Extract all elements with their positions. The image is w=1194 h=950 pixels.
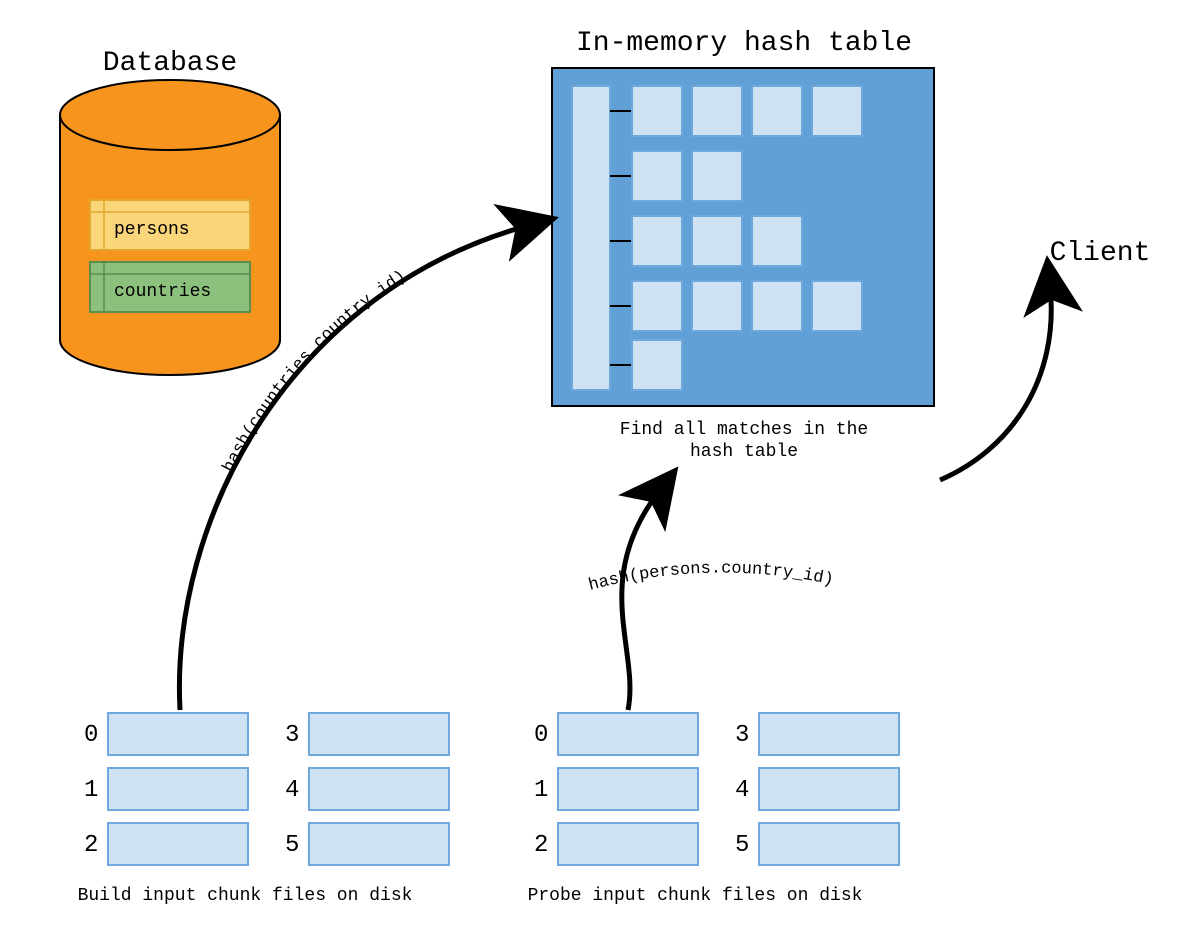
find-matches-line2: hash table (690, 442, 798, 462)
arrow-to-client (940, 285, 1051, 480)
chunk-label: 5 (285, 832, 299, 859)
chunk-label: 2 (84, 832, 98, 859)
probe-caption: Probe input chunk files on disk (528, 886, 863, 906)
chunk-label: 4 (735, 777, 749, 804)
chunk-label: 3 (735, 722, 749, 749)
arrow-probe-to-hash (622, 490, 660, 710)
chunk-label: 4 (285, 777, 299, 804)
hashtable-title: In-memory hash table (576, 28, 912, 59)
chunk-label: 0 (84, 722, 98, 749)
countries-table: countries (90, 262, 250, 312)
chunk-label: 1 (84, 777, 98, 804)
hashtable-panel (552, 68, 934, 406)
probe-chunks: 0 1 2 3 4 5 (534, 713, 899, 865)
chunk-label: 1 (534, 777, 548, 804)
database-title: Database (103, 48, 237, 79)
persons-table: persons (90, 200, 250, 250)
countries-label: countries (114, 282, 211, 302)
chunk-label: 0 (534, 722, 548, 749)
build-caption: Build input chunk files on disk (78, 886, 413, 906)
client-label: Client (1050, 238, 1151, 269)
build-chunks: 0 1 2 3 4 5 (84, 713, 449, 865)
find-matches-line1: Find all matches in the (620, 420, 868, 440)
chunk-label: 3 (285, 722, 299, 749)
persons-label: persons (114, 220, 190, 240)
chunk-label: 5 (735, 832, 749, 859)
chunk-label: 2 (534, 832, 548, 859)
